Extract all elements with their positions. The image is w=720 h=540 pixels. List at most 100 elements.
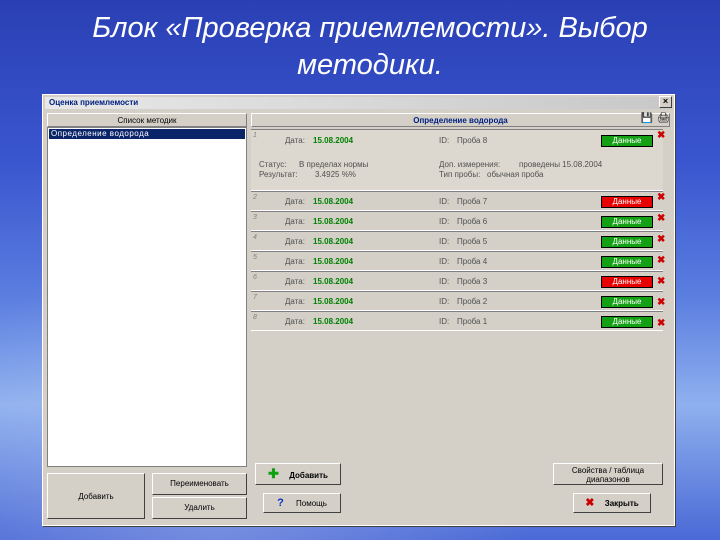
id-label: ID:: [439, 317, 450, 326]
date-label: Дата:: [285, 277, 305, 286]
acceptability-window: Оценка приемлемости × Список методик Опр…: [42, 94, 675, 526]
id-label: ID:: [439, 237, 450, 246]
panel-toolbar: 💾 🖨: [639, 114, 670, 124]
sample-row[interactable]: 6 Дата: 15.08.2004 ID: Проба 3 Данные: [251, 271, 663, 291]
data-button[interactable]: Данные: [601, 316, 653, 328]
delete-row-icon[interactable]: ✖: [657, 193, 667, 203]
row-number: 6: [253, 274, 257, 281]
date-label: Дата:: [285, 237, 305, 246]
date-value: 15.08.2004: [313, 277, 354, 286]
samples-list: 1 Дата: 15.08.2004 ID: Проба 8 Данные Ст…: [251, 129, 663, 331]
samples-panel: Определение водорода 💾 🖨 1 Дата: 15.08.2…: [251, 113, 670, 521]
plus-icon: ✚: [268, 466, 279, 481]
data-button[interactable]: Данные: [601, 196, 653, 208]
window-close-button[interactable]: ×: [659, 96, 672, 108]
window-title: Оценка приемлемости: [45, 97, 672, 109]
close-button[interactable]: ✖ Закрыть: [573, 493, 651, 513]
id-label: ID:: [439, 136, 450, 145]
methods-header: Список методик: [47, 113, 247, 127]
sample-row[interactable]: 4 Дата: 15.08.2004 ID: Проба 5 Данные: [251, 231, 663, 251]
sample-row[interactable]: 8 Дата: 15.08.2004 ID: Проба 1 Данные: [251, 311, 663, 331]
id-label: ID:: [439, 277, 450, 286]
id-value: Проба 6: [457, 217, 488, 226]
date-label: Дата:: [285, 197, 305, 206]
close-icon: ✖: [585, 497, 595, 509]
delete-row-icon[interactable]: ✖: [657, 214, 667, 224]
help-label: Помощь: [296, 499, 327, 508]
data-button[interactable]: Данные: [601, 135, 653, 147]
data-button[interactable]: Данные: [601, 236, 653, 248]
delete-row-icon[interactable]: ✖: [657, 235, 667, 245]
id-value: Проба 3: [457, 277, 488, 286]
id-value: Проба 4: [457, 257, 488, 266]
extra-measure-label: Доп. измерения:: [439, 160, 501, 169]
date-label: Дата:: [285, 217, 305, 226]
id-value: Проба 2: [457, 297, 488, 306]
sample-row[interactable]: 1 Дата: 15.08.2004 ID: Проба 8 Данные Ст…: [251, 129, 663, 191]
delete-row-icon[interactable]: ✖: [657, 319, 667, 329]
help-icon: ?: [277, 497, 284, 509]
slide-title-line1: Блок «Проверка приемлемости». Выбор: [92, 12, 648, 44]
row-number: 2: [253, 194, 257, 201]
date-label: Дата:: [285, 136, 305, 145]
date-label: Дата:: [285, 297, 305, 306]
rename-method-button[interactable]: Переименовать: [152, 473, 247, 495]
date-value: 15.08.2004: [313, 317, 354, 326]
status-value: В пределах нормы: [299, 160, 369, 169]
row-number: 4: [253, 234, 257, 241]
date-value: 15.08.2004: [313, 297, 354, 306]
row-number: 1: [253, 132, 257, 139]
row-number: 7: [253, 294, 257, 301]
id-label: ID:: [439, 217, 450, 226]
sample-type-value: обычная проба: [487, 170, 544, 179]
properties-ranges-button[interactable]: Свойства / таблица диапазонов: [553, 463, 663, 485]
delete-row-icon[interactable]: ✖: [657, 277, 667, 287]
add-sample-button[interactable]: ✚ Добавить: [255, 463, 341, 485]
result-value: 3.4925 %%: [315, 170, 356, 179]
date-value: 15.08.2004: [313, 257, 354, 266]
save-icon[interactable]: 💾: [641, 114, 653, 124]
close-label: Закрыть: [604, 499, 639, 508]
data-button[interactable]: Данные: [601, 296, 653, 308]
row-number: 3: [253, 214, 257, 221]
date-value: 15.08.2004: [313, 217, 354, 226]
methods-panel: Список методик Определение водорода Доба…: [47, 113, 247, 521]
add-sample-label: Добавить: [289, 471, 328, 480]
help-button[interactable]: ? Помощь: [263, 493, 341, 513]
id-label: ID:: [439, 257, 450, 266]
date-value: 15.08.2004: [313, 136, 354, 145]
id-value: Проба 8: [457, 136, 488, 145]
sample-row[interactable]: 7 Дата: 15.08.2004 ID: Проба 2 Данные: [251, 291, 663, 311]
row-number: 8: [253, 314, 257, 321]
delete-row-icon[interactable]: ✖: [657, 298, 667, 308]
id-value: Проба 7: [457, 197, 488, 206]
sample-type-label: Тип пробы:: [439, 170, 481, 179]
sample-row[interactable]: 5 Дата: 15.08.2004 ID: Проба 4 Данные: [251, 251, 663, 271]
sample-row[interactable]: 3 Дата: 15.08.2004 ID: Проба 6 Данные: [251, 211, 663, 231]
status-label: Статус:: [259, 160, 287, 169]
id-label: ID:: [439, 297, 450, 306]
samples-header: Определение водорода: [251, 113, 670, 127]
date-label: Дата:: [285, 317, 305, 326]
data-button[interactable]: Данные: [601, 216, 653, 228]
id-value: Проба 5: [457, 237, 488, 246]
delete-row-icon[interactable]: ✖: [657, 131, 667, 141]
slide-title: Блок «Проверка приемлемости». Выбор мето…: [40, 10, 700, 84]
add-method-button[interactable]: Добавить: [47, 473, 145, 519]
delete-row-icon[interactable]: ✖: [657, 256, 667, 266]
methods-list[interactable]: Определение водорода: [47, 127, 247, 467]
print-icon[interactable]: 🖨: [657, 114, 670, 124]
samples-footer: ✚ Добавить ? Помощь Свойства / таблица д…: [251, 463, 670, 521]
slide-title-line2: методики.: [297, 49, 443, 81]
date-value: 15.08.2004: [313, 237, 354, 246]
delete-method-button[interactable]: Удалить: [152, 497, 247, 519]
id-label: ID:: [439, 197, 450, 206]
date-label: Дата:: [285, 257, 305, 266]
date-value: 15.08.2004: [313, 197, 354, 206]
result-label: Результат:: [259, 170, 298, 179]
extra-measure-value: проведены 15.08.2004: [519, 160, 603, 169]
sample-row[interactable]: 2 Дата: 15.08.2004 ID: Проба 7 Данные: [251, 191, 663, 211]
data-button[interactable]: Данные: [601, 276, 653, 288]
methods-list-item[interactable]: Определение водорода: [49, 129, 245, 139]
data-button[interactable]: Данные: [601, 256, 653, 268]
